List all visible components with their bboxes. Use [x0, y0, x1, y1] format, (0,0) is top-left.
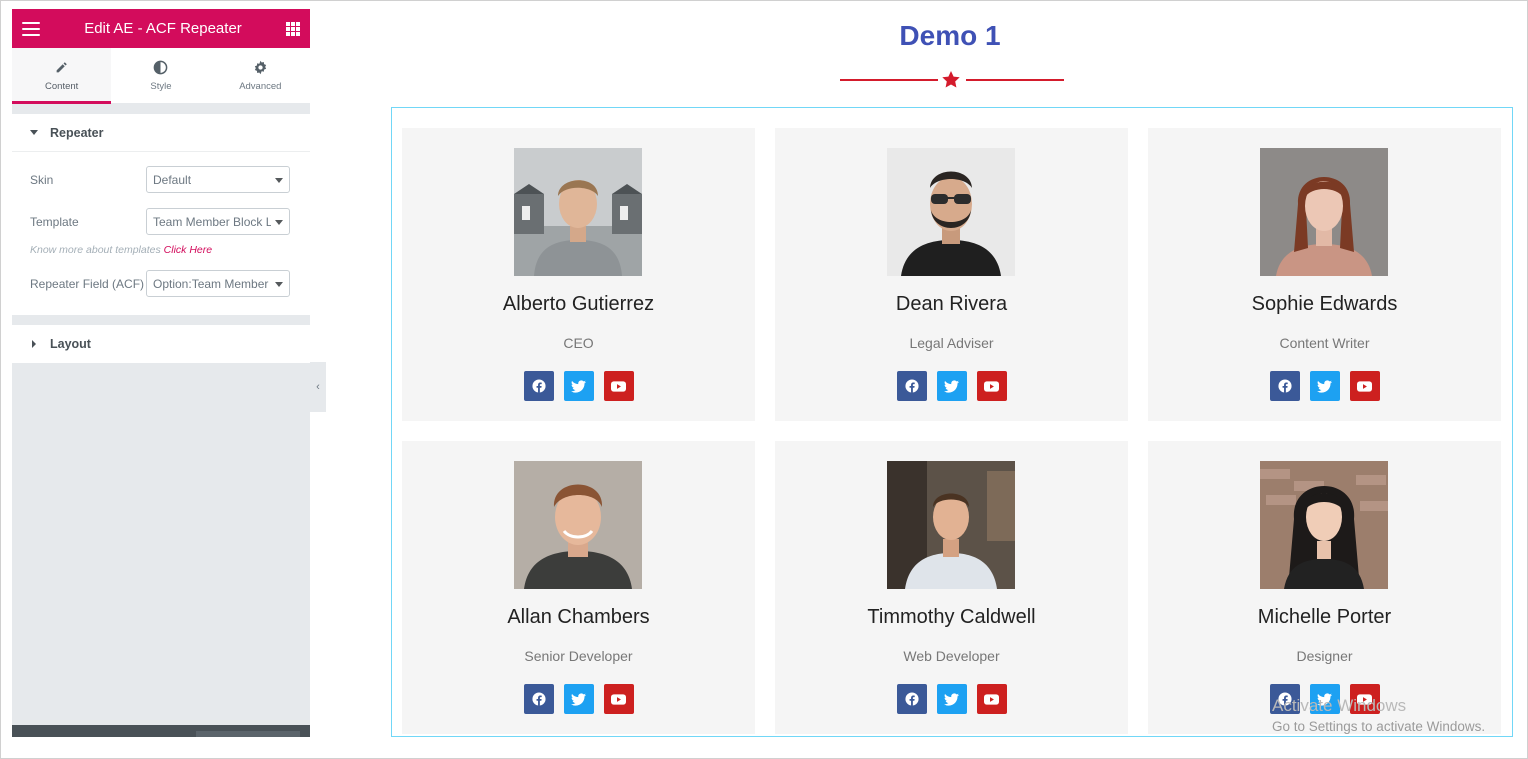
member-photo [514, 461, 642, 589]
social-icons [402, 684, 755, 714]
layout-section-title: Layout [50, 337, 91, 351]
member-name: Timmothy Caldwell [867, 606, 1036, 628]
caret-down-icon [30, 130, 38, 135]
click-here-link[interactable]: Click Here [164, 244, 212, 256]
repeater-field-control: Repeater Field (ACF) Option:Team Member [30, 270, 290, 297]
member-photo [887, 148, 1015, 276]
divider-line-right [966, 79, 1064, 81]
pencil-icon [55, 60, 68, 76]
facebook-icon[interactable] [1269, 371, 1300, 401]
member-role: Senior Developer [524, 648, 633, 664]
facebook-icon[interactable] [896, 684, 927, 714]
repeater-section-header[interactable]: Repeater [12, 114, 310, 152]
panel-header: Edit AE - ACF Repeater [12, 9, 310, 48]
member-role: Legal Adviser [909, 335, 994, 351]
repeater-field-label: Repeater Field (ACF) [30, 276, 145, 291]
youtube-icon[interactable] [603, 371, 634, 401]
social-icons [775, 684, 1128, 714]
member-name: Alberto Gutierrez [502, 293, 655, 315]
panel-tabs: Content Style Advanced [12, 48, 310, 104]
skin-select-value: Default [153, 172, 192, 187]
star-icon [942, 71, 960, 88]
youtube-icon[interactable] [976, 371, 1007, 401]
tab-advanced[interactable]: Advanced [211, 48, 310, 103]
layout-section-header[interactable]: Layout [12, 325, 310, 363]
templates-note: Know more about templates Click Here [30, 244, 290, 256]
twitter-icon[interactable] [563, 684, 594, 714]
template-label: Template [30, 214, 79, 229]
collapse-panel-handle[interactable]: ‹ [310, 362, 326, 412]
facebook-icon[interactable] [896, 371, 927, 401]
repeater-section-body: Skin Default Template Team Member Block … [12, 152, 310, 315]
youtube-icon[interactable] [603, 684, 634, 714]
team-member-card: Timmothy Caldwell Web Developer [775, 441, 1128, 734]
social-icons [775, 371, 1128, 401]
team-member-card: Dean Rivera Legal Adviser [775, 128, 1128, 421]
youtube-icon[interactable] [976, 684, 1007, 714]
editor-panel: Edit AE - ACF Repeater Content Style Adv… [12, 9, 310, 737]
tab-content-label: Content [45, 80, 79, 92]
layout-section: Layout [12, 325, 310, 363]
team-member-card: Allan Chambers Senior Developer [402, 441, 755, 734]
member-name: Michelle Porter [1257, 606, 1392, 628]
gear-icon [253, 60, 268, 76]
twitter-icon[interactable] [563, 371, 594, 401]
member-name: Allan Chambers [507, 606, 650, 628]
member-role: Web Developer [903, 648, 1000, 664]
member-photo [1260, 148, 1388, 276]
template-select[interactable]: Team Member Block Layout [146, 208, 290, 235]
panel-title: Edit AE - ACF Repeater [84, 20, 242, 37]
divider-line-left [840, 79, 938, 81]
team-member-card: Michelle Porter Designer [1148, 441, 1501, 734]
skin-select[interactable]: Default [146, 166, 290, 193]
social-icons [1148, 371, 1501, 401]
twitter-icon[interactable] [936, 684, 967, 714]
activate-windows-watermark: Activate Windows Go to Settings to activ… [1272, 696, 1485, 734]
tab-advanced-label: Advanced [239, 80, 282, 92]
member-name: Dean Rivera [895, 293, 1008, 315]
tab-content[interactable]: Content [12, 48, 112, 104]
footer-button[interactable] [196, 731, 300, 737]
template-control: Template Team Member Block Layout [30, 208, 290, 235]
repeater-widget[interactable]: Alberto Gutierrez CEO Dean Rivera Legal … [391, 107, 1513, 737]
member-role: CEO [563, 335, 594, 351]
youtube-icon[interactable] [1349, 371, 1380, 401]
twitter-icon[interactable] [936, 371, 967, 401]
repeater-section: Repeater Skin Default Template Team Memb… [12, 114, 310, 315]
member-role: Designer [1296, 648, 1353, 664]
skin-control: Skin Default [30, 166, 290, 193]
title-divider [840, 70, 1064, 90]
tab-style[interactable]: Style [111, 48, 210, 103]
member-photo [514, 148, 642, 276]
repeater-field-select[interactable]: Option:Team Member [146, 270, 290, 297]
twitter-icon[interactable] [1309, 371, 1340, 401]
watermark-line-2: Go to Settings to activate Windows. [1272, 719, 1486, 734]
widgets-grid-icon[interactable] [286, 21, 300, 36]
template-select-value: Team Member Block Layout [153, 214, 271, 229]
half-circle-icon [153, 60, 168, 76]
team-member-card: Alberto Gutierrez CEO [402, 128, 755, 421]
page-title: Demo 1 [899, 20, 1001, 51]
repeater-field-select-value: Option:Team Member [153, 276, 269, 291]
member-role: Content Writer [1279, 335, 1370, 351]
panel-footer [12, 725, 310, 737]
member-photo [887, 461, 1015, 589]
skin-label: Skin [30, 172, 54, 187]
tab-style-label: Style [150, 80, 172, 92]
facebook-icon[interactable] [523, 371, 554, 401]
templates-note-text: Know more about templates [30, 244, 164, 256]
team-member-card: Sophie Edwards Content Writer [1148, 128, 1501, 421]
watermark-line-1: Activate Windows [1272, 696, 1407, 715]
member-name: Sophie Edwards [1251, 293, 1398, 315]
repeater-section-title: Repeater [50, 125, 104, 140]
social-icons [402, 371, 755, 401]
menu-hamburger-icon[interactable] [22, 21, 40, 36]
member-photo [1260, 461, 1388, 589]
facebook-icon[interactable] [523, 684, 554, 714]
caret-right-icon [32, 340, 36, 348]
